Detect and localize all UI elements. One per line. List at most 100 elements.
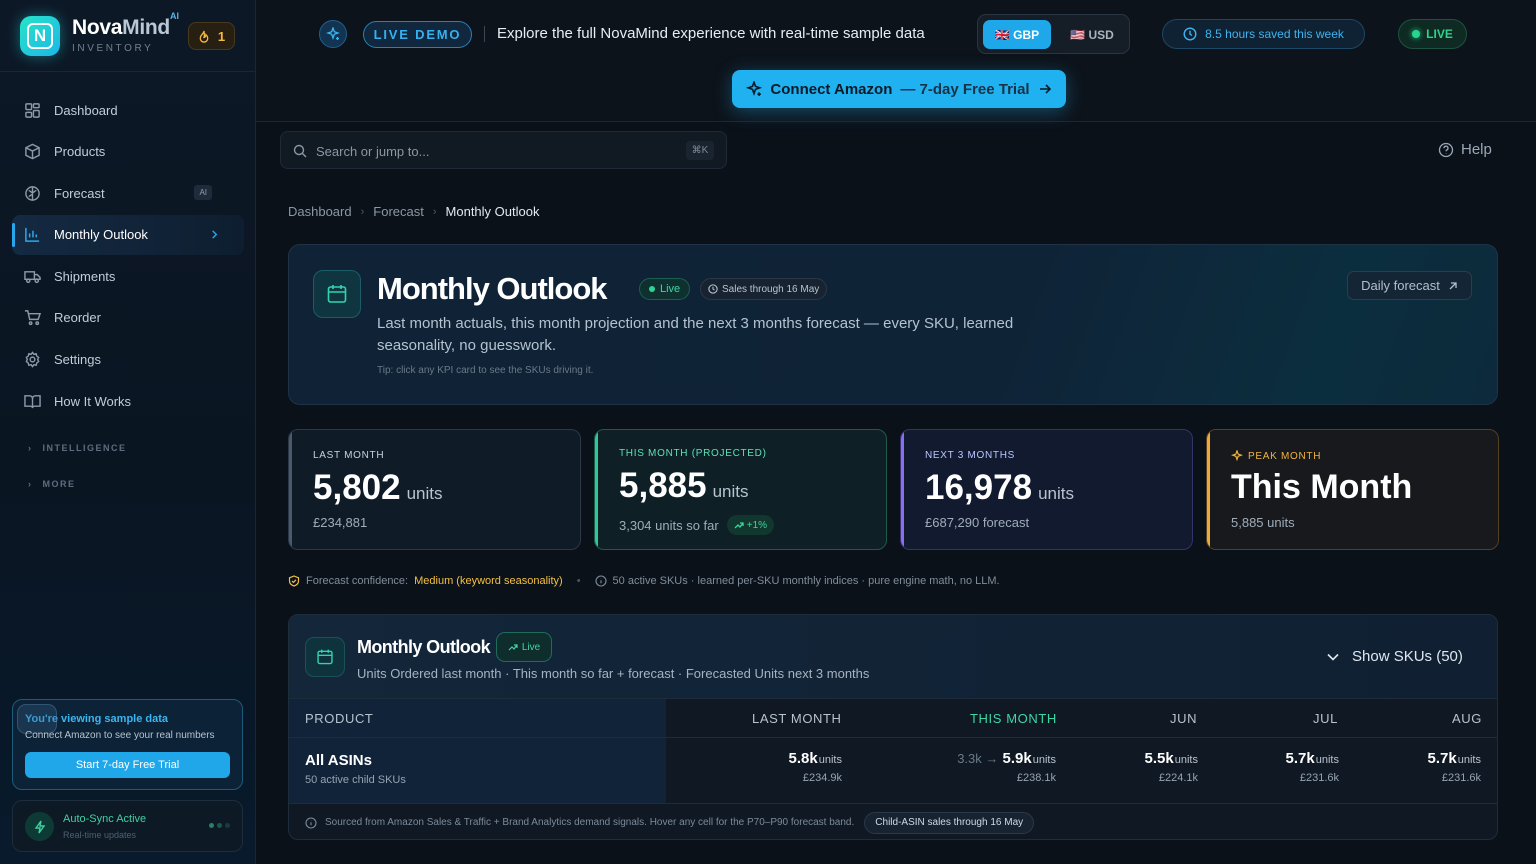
sample-subtitle: Connect Amazon to see your real numbers [25, 730, 215, 741]
search-icon [293, 144, 307, 158]
breadcrumb-current: Monthly Outlook [445, 204, 540, 219]
forecast-notes: Forecast confidence: Medium (keyword sea… [288, 575, 1000, 587]
show-skus-toggle[interactable]: Show SKUs (50) [1327, 648, 1463, 665]
table-title: Monthly Outlook [357, 637, 491, 657]
kpi-label: THIS MONTH (PROJECTED) [619, 448, 767, 459]
help-icon [1438, 142, 1454, 157]
sidebar-item-shipments[interactable]: Shipments [12, 256, 244, 296]
kpi-card-this-month[interactable]: THIS MONTH (PROJECTED) 5,885 units 3,304 … [594, 429, 887, 550]
sidebar-nav: Dashboard Products Forecast AI Monthly O… [0, 90, 256, 423]
kpi-card-next-3-months[interactable]: NEXT 3 MONTHS 16,978 units £687,290 forec… [900, 429, 1193, 550]
sidebar-item-label: Monthly Outlook [54, 227, 148, 243]
chevron-right-icon: › [360, 205, 365, 218]
chevron-down-icon [1327, 653, 1339, 661]
info-icon [305, 816, 317, 829]
sidebar-item-reorder[interactable]: Reorder [12, 298, 244, 338]
cell-jul[interactable]: 5.7kunits £231.6k [1286, 750, 1339, 784]
sidebar-item-dashboard[interactable]: Dashboard [12, 90, 244, 130]
sidebar-item-label: How It Works [54, 393, 132, 409]
brand-ai-tag: AI [170, 11, 179, 21]
sidebar-item-label: Reorder [54, 310, 101, 326]
currency-toggle: 🇬🇧 GBP 🇺🇸 USD [977, 14, 1130, 54]
kpi-label: PEAK MONTH [1231, 450, 1321, 462]
section-intelligence[interactable]: › INTELLIGENCE [28, 443, 127, 453]
breadcrumb-forecast[interactable]: Forecast [373, 204, 424, 219]
brand-header: N NovaMind AI INVENTORY 1 [0, 0, 255, 72]
help-button[interactable]: Help [1438, 141, 1492, 158]
connect-amazon-button[interactable]: Connect Amazon — 7-day Free Trial [732, 70, 1066, 108]
column-header-aug: AUG [1452, 710, 1482, 726]
column-header-jul: JUL [1313, 710, 1338, 726]
table-footer: Sourced from Amazon Sales & Traffic + Br… [289, 803, 1497, 839]
currency-usd-button[interactable]: 🇺🇸 USD [1058, 20, 1126, 49]
sidebar-item-label: Shipments [54, 268, 116, 284]
product-name: All ASINs [305, 752, 372, 769]
start-trial-button[interactable]: Start 7-day Free Trial [25, 752, 230, 778]
live-badge: Live [639, 278, 691, 300]
live-badge: Live [496, 632, 552, 662]
ai-badge: AI [194, 185, 212, 201]
daily-forecast-button[interactable]: Daily forecast [1347, 271, 1472, 300]
search-shortcut: ⌘K [686, 141, 714, 160]
source-note: Sourced from Amazon Sales & Traffic + Br… [325, 817, 855, 828]
column-header-product: PRODUCT [305, 710, 374, 726]
search-placeholder: Search or jump to... [316, 144, 430, 159]
shield-icon [288, 575, 300, 587]
kpi-value: 16,978 units [925, 468, 1074, 507]
sparkle-icon [746, 81, 763, 96]
sales-date-badge: Sales through 16 May [700, 278, 828, 300]
arrow-up-right-icon [1449, 281, 1457, 289]
sidebar-item-monthly-outlook[interactable]: Monthly Outlook [12, 214, 244, 255]
streak-badge[interactable]: 1 [188, 22, 235, 50]
main-area: LIVE DEMO Explore the full NovaMind expe… [256, 0, 1536, 864]
sidebar-item-forecast[interactable]: Forecast AI [12, 173, 244, 213]
chevron-right-icon: › [432, 205, 437, 218]
cell-jun[interactable]: 5.5kunits £224.1k [1145, 750, 1198, 784]
truck-icon [24, 270, 41, 283]
table-subtitle: Units Ordered last month · This month so… [357, 666, 870, 681]
confidence-value: Medium (keyword seasonality) [414, 575, 563, 587]
page-hero: Monthly Outlook Live Sales through 16 Ma… [288, 244, 1498, 405]
gear-icon [25, 351, 40, 368]
page-description: Last month actuals, this month projectio… [377, 315, 1014, 354]
sync-subtitle: Real-time updates [63, 830, 137, 840]
sidebar-item-products[interactable]: Products [12, 132, 244, 172]
sidebar: N NovaMind AI INVENTORY 1 Dashboard Prod… [0, 0, 256, 864]
kpi-card-last-month[interactable]: LAST MONTH 5,802 units £234,881 [288, 429, 581, 550]
sparkle-icon[interactable] [319, 20, 347, 48]
kpi-label: LAST MONTH [313, 450, 385, 461]
auto-sync-card: Auto-Sync Active Real-time updates [12, 800, 243, 852]
demo-message: Explore the full NovaMind experience wit… [497, 25, 925, 42]
kpi-card-peak-month[interactable]: PEAK MONTH This Month 5,885 units [1206, 429, 1499, 550]
cell-last-month[interactable]: 5.8kunits £234.9k [789, 750, 842, 784]
kpi-value: 5,885 units [619, 466, 749, 505]
kpi-value: 5,802 units [313, 468, 443, 507]
currency-gbp-button[interactable]: 🇬🇧 GBP [983, 20, 1051, 49]
clock-icon [708, 284, 718, 294]
brand-subtitle: INVENTORY [72, 43, 154, 54]
cell-aug[interactable]: 5.7kunits £231.6k [1428, 750, 1481, 784]
section-more[interactable]: › MORE [28, 479, 76, 489]
calendar-icon [305, 637, 345, 677]
breadcrumb-dashboard[interactable]: Dashboard [288, 204, 352, 219]
kpi-value: This Month [1231, 468, 1413, 506]
clock-icon [1183, 27, 1197, 41]
cell-this-month[interactable]: 3.3k → 5.9kunits £238.1k [957, 750, 1056, 784]
trend-up-icon [508, 644, 518, 651]
page-tip: Tip: click any KPI card to see the SKUs … [377, 365, 594, 376]
kpi-label: NEXT 3 MONTHS [925, 450, 1016, 461]
sidebar-item-settings[interactable]: Settings [12, 340, 244, 380]
demo-topbar: LIVE DEMO Explore the full NovaMind expe… [256, 0, 1536, 122]
kpi-subtext: £234,881 [313, 515, 368, 530]
logo-icon[interactable]: N [20, 16, 60, 56]
brand-name: NovaMind [72, 16, 170, 39]
column-header-this-month: THIS MONTH [970, 710, 1057, 726]
confidence-label: Forecast confidence: [306, 575, 409, 587]
calendar-icon [313, 270, 361, 318]
kpi-subtext: 5,885 units [1231, 515, 1295, 530]
sidebar-item-how-it-works[interactable]: How It Works [12, 381, 244, 421]
trend-up-icon [734, 522, 744, 529]
time-saved-badge[interactable]: 8.5 hours saved this week [1162, 19, 1365, 49]
search-input[interactable]: Search or jump to... ⌘K [280, 131, 727, 169]
sync-title: Auto-Sync Active [63, 813, 147, 825]
